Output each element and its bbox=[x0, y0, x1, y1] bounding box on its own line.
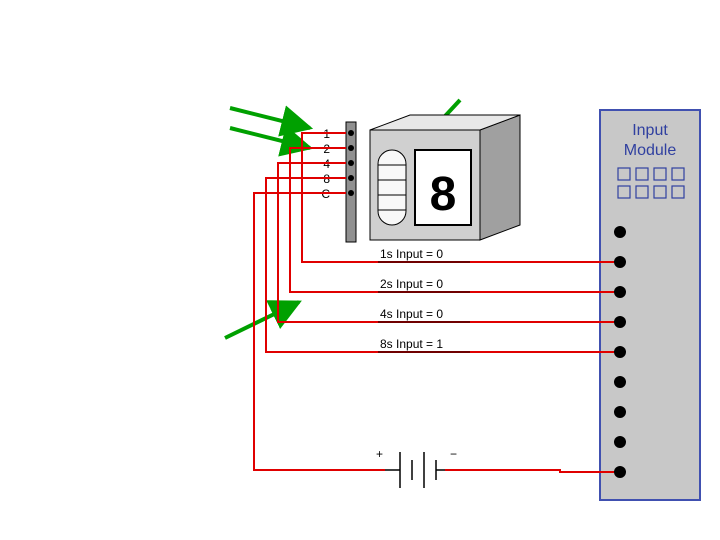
input-label-8s: 8s Input = 1 bbox=[380, 337, 443, 351]
diagram-svg: 8 1 2 4 8 C Input Module bbox=[0, 0, 720, 540]
thumbwheel-switch: 8 bbox=[370, 115, 520, 240]
input-label-2s: 2s Input = 0 bbox=[380, 277, 443, 291]
input-label-4s: 4s Input = 0 bbox=[380, 307, 443, 321]
wheel-digit: 8 bbox=[430, 168, 457, 221]
input-module-label-line2: Module bbox=[624, 142, 677, 159]
battery-plus: + bbox=[376, 447, 383, 461]
input-label-1s: 1s Input = 0 bbox=[380, 247, 443, 261]
battery-minus: − bbox=[450, 447, 457, 461]
terminal-dots bbox=[614, 226, 626, 478]
input-module: Input Module bbox=[600, 110, 700, 500]
input-module-label-line1: Input bbox=[632, 122, 668, 139]
battery-symbol: + − bbox=[376, 447, 457, 488]
circuit-board: 1 2 4 8 C bbox=[321, 122, 356, 242]
